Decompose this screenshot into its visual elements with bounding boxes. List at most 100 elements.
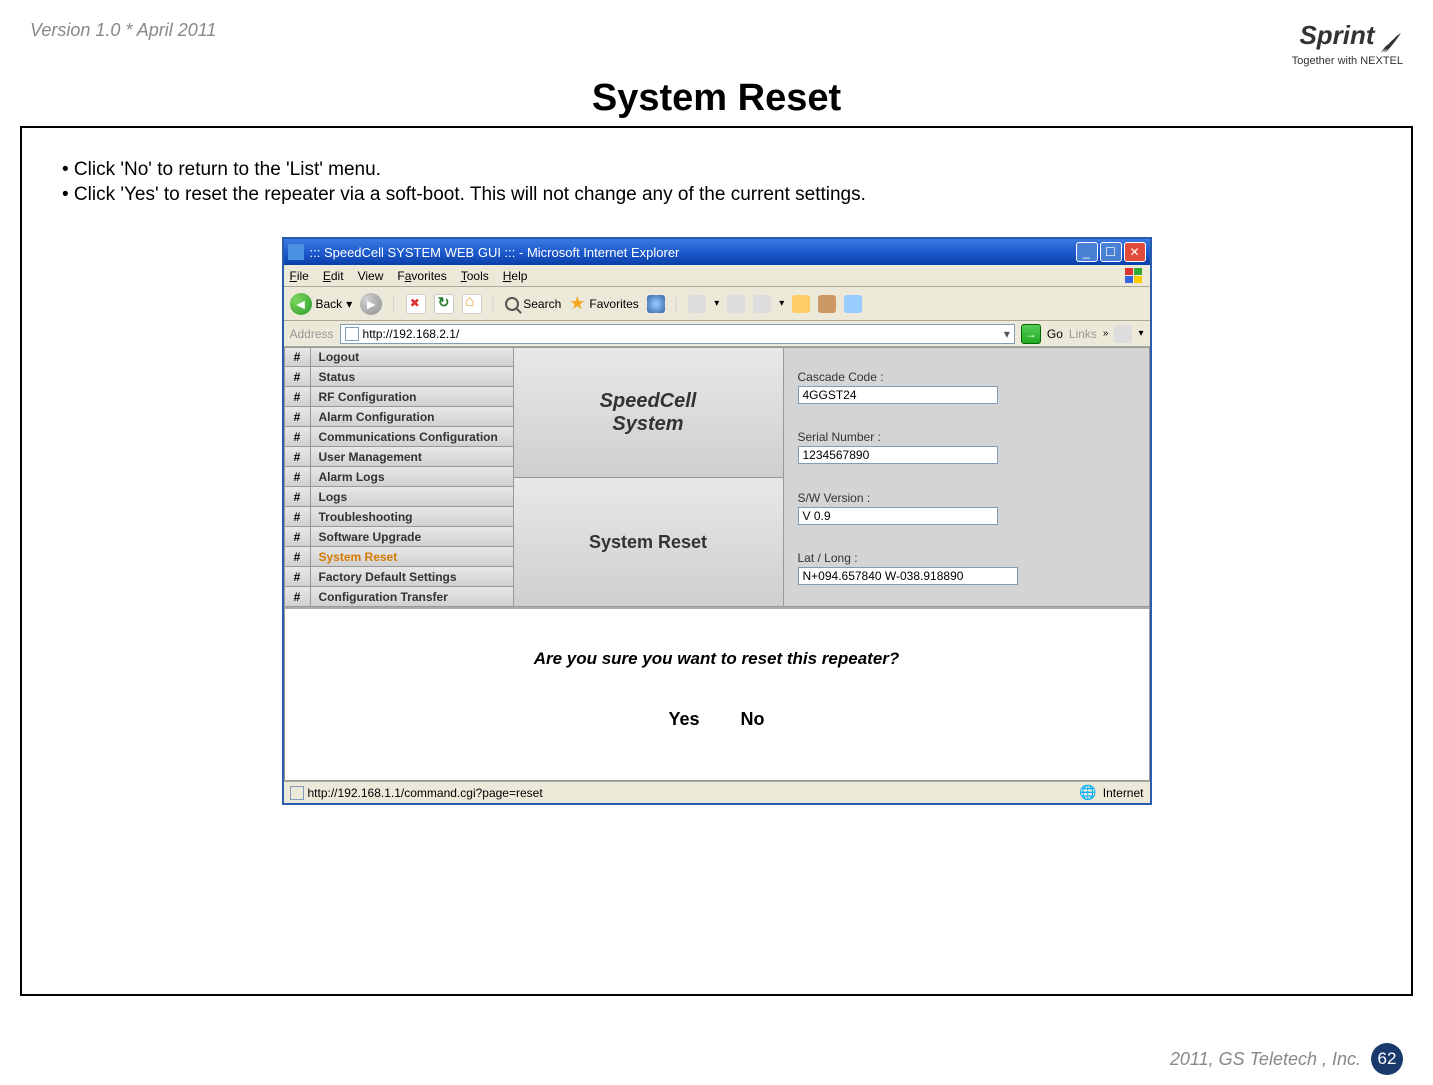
status-zone: Internet	[1103, 786, 1144, 800]
sprint-fan-icon	[1379, 31, 1403, 55]
nav-item-status[interactable]: #Status	[284, 367, 514, 387]
gui-nav: #Logout#Status#RF Configuration#Alarm Co…	[284, 347, 514, 607]
search-button[interactable]: Search	[505, 297, 561, 311]
minimize-button[interactable]: _	[1076, 242, 1098, 262]
menu-file[interactable]: File	[290, 269, 309, 283]
no-button[interactable]: No	[741, 709, 765, 729]
brand-tagline: Together with NEXTEL	[1292, 55, 1403, 67]
instruction-bullets: • Click 'No' to return to the 'List' men…	[62, 158, 1371, 207]
version-text: Version 1.0 * April 2011	[30, 20, 216, 41]
go-button[interactable]: →	[1021, 324, 1041, 344]
cascade-label: Cascade Code :	[798, 370, 1135, 384]
hash-icon: #	[285, 447, 311, 466]
edit-icon[interactable]	[753, 295, 771, 313]
nav-item-configuration-transfer[interactable]: #Configuration Transfer	[284, 587, 514, 607]
nav-label: Status	[311, 370, 356, 384]
menu-tools[interactable]: Tools	[461, 269, 489, 283]
hash-icon: #	[285, 387, 311, 406]
nav-label: User Management	[311, 450, 422, 464]
windows-flag-icon	[1124, 267, 1144, 285]
hash-icon: #	[285, 547, 311, 566]
history-icon[interactable]	[647, 295, 665, 313]
hash-icon: #	[285, 487, 311, 506]
favorites-button[interactable]: ★Favorites	[569, 293, 639, 314]
close-button[interactable]: ✕	[1124, 242, 1146, 262]
hash-icon: #	[285, 427, 311, 446]
nav-label: System Reset	[311, 550, 398, 564]
hash-icon: #	[285, 527, 311, 546]
status-url-text: http://192.168.1.1/command.cgi?page=rese…	[308, 786, 543, 800]
home-icon[interactable]	[462, 294, 482, 314]
nav-item-alarm-logs[interactable]: #Alarm Logs	[284, 467, 514, 487]
cascade-input[interactable]: 4GGST24	[798, 386, 998, 404]
messenger-icon[interactable]	[844, 295, 862, 313]
print-icon[interactable]	[727, 295, 745, 313]
forward-button[interactable]: ►	[360, 293, 382, 315]
page-number: 62	[1371, 1043, 1403, 1075]
nav-label: Factory Default Settings	[311, 570, 457, 584]
bullet-2: • Click 'Yes' to reset the repeater via …	[62, 183, 1371, 208]
nav-item-system-reset[interactable]: #System Reset	[284, 547, 514, 567]
main-content-frame: • Click 'No' to return to the 'List' men…	[20, 126, 1413, 996]
prompt-question: Are you sure you want to reset this repe…	[285, 649, 1149, 669]
globe-icon: 🌐	[1079, 784, 1096, 801]
security-icon[interactable]	[1114, 325, 1132, 343]
sw-input[interactable]: V 0.9	[798, 507, 998, 525]
mail-icon[interactable]	[688, 295, 706, 313]
menu-view[interactable]: View	[358, 269, 384, 283]
menu-help[interactable]: Help	[503, 269, 528, 283]
page-title: System Reset	[0, 77, 1433, 120]
maximize-button[interactable]: ☐	[1100, 242, 1122, 262]
serial-label: Serial Number :	[798, 430, 1135, 444]
links-label[interactable]: Links	[1069, 327, 1097, 341]
nav-item-logs[interactable]: #Logs	[284, 487, 514, 507]
nav-label: Configuration Transfer	[311, 590, 448, 604]
gui-center-panel: SpeedCellSystem System Reset	[514, 347, 784, 607]
menu-edit[interactable]: Edit	[323, 269, 344, 283]
nav-item-factory-default-settings[interactable]: #Factory Default Settings	[284, 567, 514, 587]
hash-icon: #	[285, 407, 311, 426]
folder-icon[interactable]	[792, 295, 810, 313]
address-input[interactable]: http://192.168.2.1/ ▾	[340, 324, 1015, 344]
menu-favorites[interactable]: Favorites	[397, 269, 446, 283]
ie-menubar: File Edit View Favorites Tools Help	[284, 265, 1150, 287]
nav-label: Logout	[311, 350, 360, 364]
reset-prompt: Are you sure you want to reset this repe…	[284, 607, 1150, 781]
nav-label: Communications Configuration	[311, 430, 498, 444]
nav-item-user-management[interactable]: #User Management	[284, 447, 514, 467]
nav-item-troubleshooting[interactable]: #Troubleshooting	[284, 507, 514, 527]
serial-input[interactable]: 1234567890	[798, 446, 998, 464]
hash-icon: #	[285, 567, 311, 586]
brand-name: Sprint	[1299, 20, 1374, 51]
yes-button[interactable]: Yes	[668, 709, 699, 729]
nav-item-software-upgrade[interactable]: #Software Upgrade	[284, 527, 514, 547]
center-subtitle: System Reset	[514, 478, 783, 607]
latlong-input[interactable]: N+094.657840 W-038.918890	[798, 567, 1018, 585]
nav-label: Logs	[311, 490, 348, 504]
search-icon	[505, 297, 519, 311]
gui-info-panel: Cascade Code : 4GGST24 Serial Number : 1…	[784, 347, 1150, 607]
nav-label: Software Upgrade	[311, 530, 422, 544]
ie-titlebar: ::: SpeedCell SYSTEM WEB GUI ::: - Micro…	[284, 239, 1150, 265]
nav-item-alarm-configuration[interactable]: #Alarm Configuration	[284, 407, 514, 427]
ie-addressbar: Address http://192.168.2.1/ ▾ → Go Links…	[284, 321, 1150, 347]
ie-toolbar: ◄Back ▾ ► │ │ Search ★Favorites │ ▾ ▾	[284, 287, 1150, 321]
refresh-icon[interactable]	[434, 294, 454, 314]
nav-item-communications-configuration[interactable]: #Communications Configuration	[284, 427, 514, 447]
url-text: http://192.168.2.1/	[363, 327, 460, 341]
window-title: ::: SpeedCell SYSTEM WEB GUI ::: - Micro…	[310, 245, 1074, 260]
ie-window: ::: SpeedCell SYSTEM WEB GUI ::: - Micro…	[282, 237, 1152, 805]
status-page-icon	[290, 786, 304, 800]
hash-icon: #	[285, 587, 311, 606]
hash-icon: #	[285, 507, 311, 526]
nav-item-rf-configuration[interactable]: #RF Configuration	[284, 387, 514, 407]
stop-icon[interactable]	[406, 294, 426, 314]
nav-item-logout[interactable]: #Logout	[284, 347, 514, 367]
back-button[interactable]: ◄Back ▾	[290, 293, 353, 315]
sw-label: S/W Version :	[798, 491, 1135, 505]
research-icon[interactable]	[818, 295, 836, 313]
nav-label: Alarm Configuration	[311, 410, 435, 424]
hash-icon: #	[285, 367, 311, 386]
hash-icon: #	[285, 348, 311, 366]
go-label: Go	[1047, 327, 1063, 341]
